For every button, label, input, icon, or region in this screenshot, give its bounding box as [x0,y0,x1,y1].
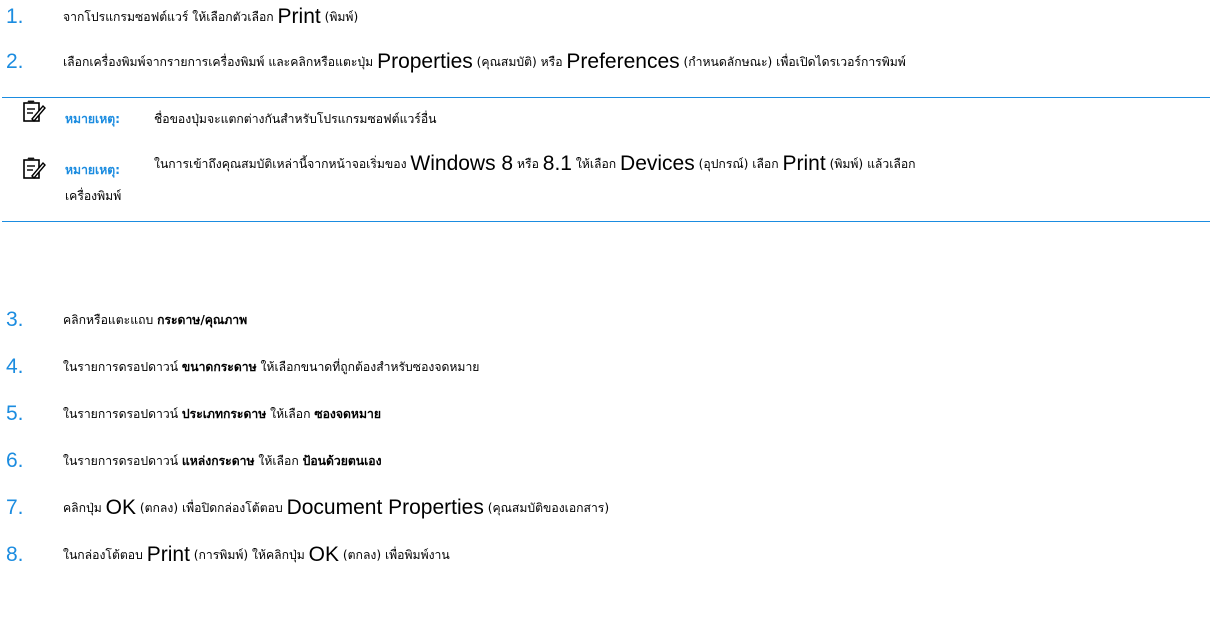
step-text-part: (กำหนดลักษณะ) เพื่อเปิดไดรเวอร์การพิมพ์ [683,55,906,69]
note-ui-term: Print [782,152,826,175]
step-ui-term: Properties [377,50,473,73]
step-dropdown-name: แหล่งกระดาษ [181,454,255,468]
step-text: ในรายการดรอปดาวน์ แหล่งกระดาษ ให้เลือก ป… [63,446,1204,476]
step-text-part: ให้เลือก [270,407,311,421]
step-number: 7. [6,496,24,519]
note-1: หมายเหตุ: ชื่อของปุ่มจะแตกต่างกันสำหรับโ… [2,97,1210,148]
note-text-part: ในการเข้าถึงคุณสมบัติเหล่านี้จากหน้าจอเร… [154,157,407,171]
step-3: 3. คลิกหรือแตะแถบ กระดาษ/คุณภาพ [0,305,1210,335]
step-text-part: คลิกหรือแตะแถบ [63,313,154,327]
note-body: ชื่อของปุ่มจะแตกต่างกันสำหรับโปรแกรมซอฟต… [154,112,437,126]
step-dropdown-name: ประเภทกระดาษ [181,407,267,421]
step-ui-term: OK [105,496,136,519]
note-text-part: (พิมพ์) แล้วเลือก [829,157,916,171]
note-label: หมายเหตุ: [65,163,121,177]
note-2: หมายเหตุ: ในการเข้าถึงคุณสมบัติเหล่านี้จ… [2,147,1210,221]
step-text-part: (คุณสมบัติของเอกสาร) [487,501,610,515]
step-number: 5. [6,402,24,425]
step-4: 4. ในรายการดรอปดาวน์ ขนาดกระดาษ ให้เลือก… [0,352,1210,382]
step-2: 2. เลือกเครื่องพิมพ์จากรายการเครื่องพิมพ… [0,47,1210,77]
note-text-part: ให้เลือก [575,157,617,171]
step-text-part: คลิกปุ่ม [63,501,102,515]
note-label: หมายเหตุ: [65,112,121,126]
step-text: ในรายการดรอปดาวน์ ขนาดกระดาษ ให้เลือกขนา… [63,352,1204,382]
step-ui-term: Preferences [566,50,680,73]
step-ui-term: Print [277,5,321,28]
step-text: เลือกเครื่องพิมพ์จากรายการเครื่องพิมพ์ แ… [63,47,1204,77]
step-8: 8. ในกล่องโต้ตอบ Print (การพิมพ์) ให้คลิ… [0,540,1210,570]
step-text-part: จากโปรแกรมซอฟต์แวร์ ให้เลือกตัวเลือก [63,10,274,24]
note-text-part: หรือ [516,157,539,171]
step-ui-term: OK [308,543,340,566]
step-text: ในกล่องโต้ตอบ Print (การพิมพ์) ให้คลิกปุ… [63,540,1204,570]
note-pencil-icon [23,157,46,180]
step-1: 1. จากโปรแกรมซอฟต์แวร์ ให้เลือกตัวเลือก … [0,2,1210,32]
note-ui-term: Devices [620,152,695,175]
step-number: 2. [6,50,24,73]
note-body-line2: เครื่องพิมพ์ [65,189,122,203]
step-number: 8. [6,543,24,566]
step-text-part: (การพิมพ์) ให้คลิกปุ่ม [193,548,305,562]
step-text-part: ให้เลือกขนาดที่ถูกต้องสำหรับซองจดหมาย [260,360,480,374]
step-option-name: ป้อนด้วยตนเอง [302,454,382,468]
step-text: ในรายการดรอปดาวน์ ประเภทกระดาษ ให้เลือก … [63,399,1204,429]
step-text-part: ในรายการดรอปดาวน์ [63,407,179,421]
step-text-part: ในรายการดรอปดาวน์ [63,454,179,468]
note-bottom-divider [2,221,1210,222]
step-text: คลิกหรือแตะแถบ กระดาษ/คุณภาพ [63,305,1204,335]
step-number: 3. [6,308,24,331]
step-text-part: (ตกลง) เพื่อปิดกล่องโต้ตอบ [139,501,283,515]
step-text-part: (คุณสมบัติ) หรือ [476,55,563,69]
step-number: 1. [6,5,24,28]
step-dropdown-name: ขนาดกระดาษ [181,360,257,374]
note-term: 8.1 [542,152,572,175]
step-ui-term: Document Properties [286,496,484,519]
note-pencil-icon [23,100,46,123]
step-text-part: ในรายการดรอปดาวน์ [63,360,179,374]
step-5: 5. ในรายการดรอปดาวน์ ประเภทกระดาษ ให้เลื… [0,399,1210,429]
step-number: 6. [6,449,24,472]
step-text-part: ในกล่องโต้ตอบ [63,548,143,562]
step-text: คลิกปุ่ม OK (ตกลง) เพื่อปิดกล่องโต้ตอบ D… [63,493,1204,523]
step-text-part: (ตกลง) เพื่อพิมพ์งาน [342,548,450,562]
step-6: 6. ในรายการดรอปดาวน์ แหล่งกระดาษ ให้เลือ… [0,446,1210,476]
step-tab-name: กระดาษ/คุณภาพ [157,313,248,327]
step-text-part: ให้เลือก [258,454,299,468]
note-term: Windows 8 [410,152,514,175]
step-option-name: ซองจดหมาย [314,407,381,421]
step-text-part: (พิมพ์) [324,10,359,24]
note-text-part: (อุปกรณ์) เลือก [698,157,779,171]
note-body: ในการเข้าถึงคุณสมบัติเหล่านี้จากหน้าจอเร… [154,149,916,179]
step-number: 4. [6,355,24,378]
step-text: จากโปรแกรมซอฟต์แวร์ ให้เลือกตัวเลือก Pri… [63,2,1204,32]
step-ui-term: Print [146,543,190,566]
step-text-part: เลือกเครื่องพิมพ์จากรายการเครื่องพิมพ์ แ… [63,55,374,69]
step-7: 7. คลิกปุ่ม OK (ตกลง) เพื่อปิดกล่องโต้ตอ… [0,493,1210,523]
